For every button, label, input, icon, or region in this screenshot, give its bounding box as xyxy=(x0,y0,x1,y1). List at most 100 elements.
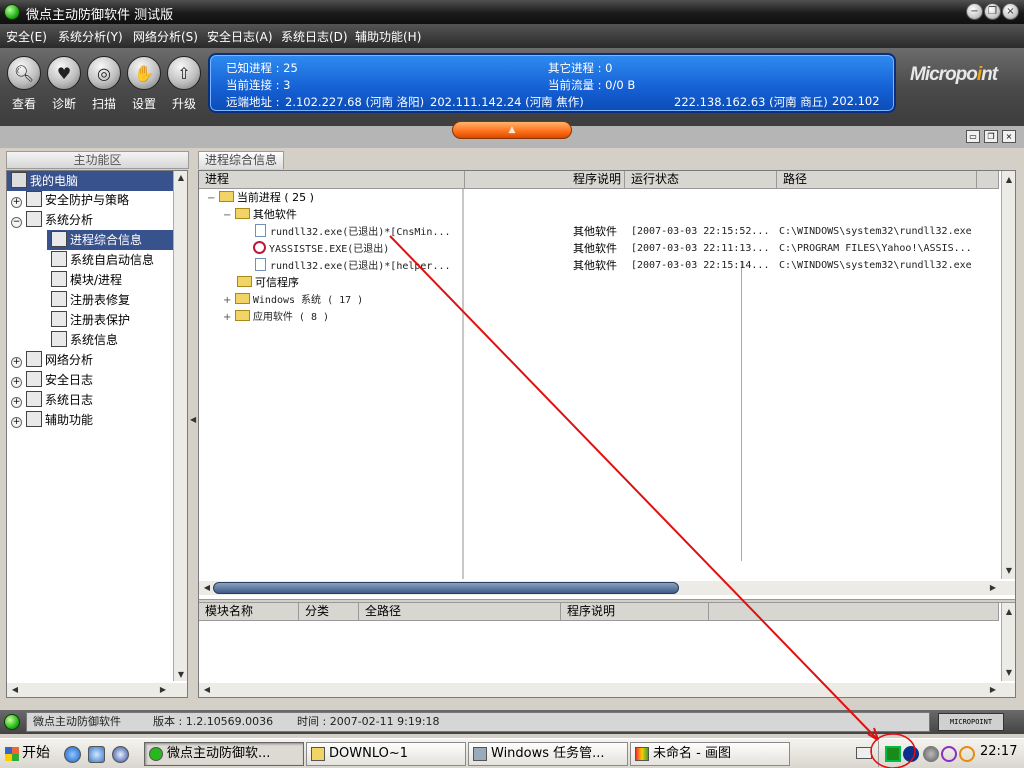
security-tray-icon[interactable] xyxy=(903,746,919,762)
process-row[interactable]: rundll32.exe(已退出)*[CnsMin... xyxy=(255,223,459,240)
tree-applications[interactable]: + 应用软件 ( 8 ) xyxy=(223,308,329,325)
tree-other-software[interactable]: − 其他软件 xyxy=(223,206,297,223)
left-vertical-scrollbar[interactable]: ▲ ▼ xyxy=(173,171,187,681)
collapse-toggle-button[interactable]: ▲ xyxy=(452,121,572,139)
tab-process-info[interactable]: 进程综合信息 xyxy=(198,151,284,169)
module-horizontal-scrollbar[interactable]: ◀ ▶ xyxy=(199,683,1015,697)
view-button[interactable]: 🔍︎ 查看 xyxy=(6,56,42,112)
tree-trusted-programs[interactable]: 可信程序 xyxy=(237,274,299,291)
col-module-name[interactable]: 模块名称 xyxy=(199,603,299,621)
tree-current-processes[interactable]: − 当前进程 ( 25 ) xyxy=(207,189,314,206)
tree-registry-repair[interactable]: 注册表修复 xyxy=(51,290,130,310)
tree-system-log[interactable]: + 系统日志 xyxy=(11,390,93,410)
function-tree: 我的电脑 + 安全防护与策略 − 系统分析 进程综合信息 系统自启动信息 模块/进程… xyxy=(6,170,188,698)
expand-icon[interactable]: + xyxy=(11,377,22,388)
module-vertical-scrollbar[interactable]: ▲ ▼ xyxy=(1001,603,1015,681)
tree-my-computer[interactable]: 我的电脑 xyxy=(7,171,173,191)
tree-process-info[interactable]: 进程综合信息 xyxy=(47,230,173,250)
minimize-button[interactable]: − xyxy=(966,3,983,20)
splitter[interactable]: ◀ xyxy=(189,170,198,698)
tree-label: 进程综合信息 xyxy=(70,233,143,247)
menu-system-log[interactable]: 系统日志(D) xyxy=(281,28,348,45)
tree-security-policy[interactable]: + 安全防护与策略 xyxy=(11,190,129,210)
col-description[interactable]: 程序说明 xyxy=(465,171,625,189)
upgrade-button[interactable]: ⇧ 升级 xyxy=(166,56,202,112)
task-paint[interactable]: 未命名 - 画图 xyxy=(630,742,790,766)
tree-windows-system[interactable]: + Windows 系统 ( 17 ) xyxy=(223,291,363,308)
expand-icon[interactable]: + xyxy=(11,197,22,208)
tree-network-analysis[interactable]: + 网络分析 xyxy=(11,350,93,370)
collapse-icon[interactable]: − xyxy=(223,210,231,221)
start-button[interactable]: 开始 xyxy=(2,742,58,766)
tree-modules[interactable]: 模块/进程 xyxy=(51,270,122,290)
scroll-up-arrow[interactable]: ▲ xyxy=(1003,173,1015,186)
left-horizontal-scrollbar[interactable]: ◀ ▶ xyxy=(7,683,187,697)
network-tray-icon[interactable] xyxy=(959,746,975,762)
blocked-tray-icon[interactable] xyxy=(941,746,957,762)
tree-security-log[interactable]: + 安全日志 xyxy=(11,370,93,390)
diagnose-button[interactable]: ♥ 诊断 xyxy=(46,56,82,112)
col-full-path[interactable]: 全路径 xyxy=(359,603,561,621)
expand-icon[interactable]: + xyxy=(11,357,22,368)
expand-icon[interactable]: + xyxy=(11,417,22,428)
menu-security-log[interactable]: 安全日志(A) xyxy=(207,28,273,45)
settings-button[interactable]: ✋ 设置 xyxy=(126,56,162,112)
pane-restore-button[interactable]: ❐ xyxy=(984,130,998,143)
menu-network-analysis[interactable]: 网络分析(S) xyxy=(133,28,198,45)
expand-icon[interactable]: + xyxy=(223,295,231,306)
process-row[interactable]: YASSISTSE.EXE(已退出) xyxy=(253,240,459,257)
menu-security[interactable]: 安全(E) xyxy=(6,28,47,45)
task-task-manager[interactable]: Windows 任务管... xyxy=(468,742,628,766)
scroll-right-arrow[interactable]: ▶ xyxy=(157,684,169,696)
scroll-down-arrow[interactable]: ▼ xyxy=(175,668,187,681)
task-downloads[interactable]: DOWNLO~1 xyxy=(306,742,466,766)
col-path[interactable]: 路径 xyxy=(777,171,977,189)
col-status[interactable]: 运行状态 xyxy=(625,171,777,189)
remote-address-label: 远端地址 : xyxy=(226,95,280,109)
scroll-up-arrow[interactable]: ▲ xyxy=(175,171,187,184)
scan-button[interactable]: ◎ 扫描 xyxy=(86,56,122,112)
tree-autostart-info[interactable]: 系统自启动信息 xyxy=(51,250,154,270)
task-label: 微点主动防御软... xyxy=(167,746,271,761)
app-quicklaunch-icon[interactable] xyxy=(112,746,129,763)
tree-system-info[interactable]: 系统信息 xyxy=(51,330,118,350)
scroll-up-arrow[interactable]: ▲ xyxy=(1003,605,1015,618)
tree-registry-protect[interactable]: 注册表保护 xyxy=(51,310,130,330)
process-horizontal-scrollbar[interactable]: ◀ ▶ xyxy=(199,581,1015,595)
collapse-icon[interactable]: − xyxy=(11,217,22,228)
pane-close-button[interactable]: × xyxy=(1002,130,1016,143)
collapse-icon[interactable]: − xyxy=(207,193,215,204)
tree-aux-functions[interactable]: + 辅助功能 xyxy=(11,410,93,430)
restore-button[interactable]: ❐ xyxy=(984,3,1001,20)
system-log-icon xyxy=(26,391,42,407)
micropoint-tray-icon[interactable] xyxy=(885,746,901,762)
splitter-arrow-icon[interactable]: ◀ xyxy=(190,415,196,424)
task-micropoint[interactable]: 微点主动防御软... xyxy=(144,742,304,766)
col-module-desc[interactable]: 程序说明 xyxy=(561,603,709,621)
module-icon xyxy=(51,271,67,287)
scroll-down-arrow[interactable]: ▼ xyxy=(1003,666,1015,679)
col-process[interactable]: 进程 xyxy=(199,171,465,189)
pane-minimize-button[interactable]: ▭ xyxy=(966,130,980,143)
menu-aux-functions[interactable]: 辅助功能(H) xyxy=(355,28,421,45)
process-row[interactable]: rundll32.exe(已退出)*[helper... xyxy=(255,257,459,274)
close-button[interactable]: × xyxy=(1002,3,1019,20)
task-label: 未命名 - 画图 xyxy=(653,746,731,761)
col-category[interactable]: 分类 xyxy=(299,603,359,621)
speaker-tray-icon[interactable] xyxy=(923,746,939,762)
explorer-quicklaunch-icon[interactable] xyxy=(88,746,105,763)
scroll-left-arrow[interactable]: ◀ xyxy=(201,684,213,696)
scroll-down-arrow[interactable]: ▼ xyxy=(1003,564,1015,577)
keyboard-icon[interactable] xyxy=(856,747,872,759)
menu-system-analysis[interactable]: 系统分析(Y) xyxy=(58,28,123,45)
expand-icon[interactable]: + xyxy=(223,312,231,323)
ie-quicklaunch-icon[interactable] xyxy=(64,746,81,763)
tree-system-analysis[interactable]: − 系统分析 xyxy=(11,210,93,230)
scroll-right-arrow[interactable]: ▶ xyxy=(987,684,999,696)
process-vertical-scrollbar[interactable]: ▲ ▼ xyxy=(1001,171,1015,579)
expand-icon[interactable]: + xyxy=(11,397,22,408)
scroll-thumb[interactable] xyxy=(213,582,679,594)
scroll-left-arrow[interactable]: ◀ xyxy=(9,684,21,696)
scroll-right-arrow[interactable]: ▶ xyxy=(987,582,999,594)
scroll-left-arrow[interactable]: ◀ xyxy=(201,582,213,594)
